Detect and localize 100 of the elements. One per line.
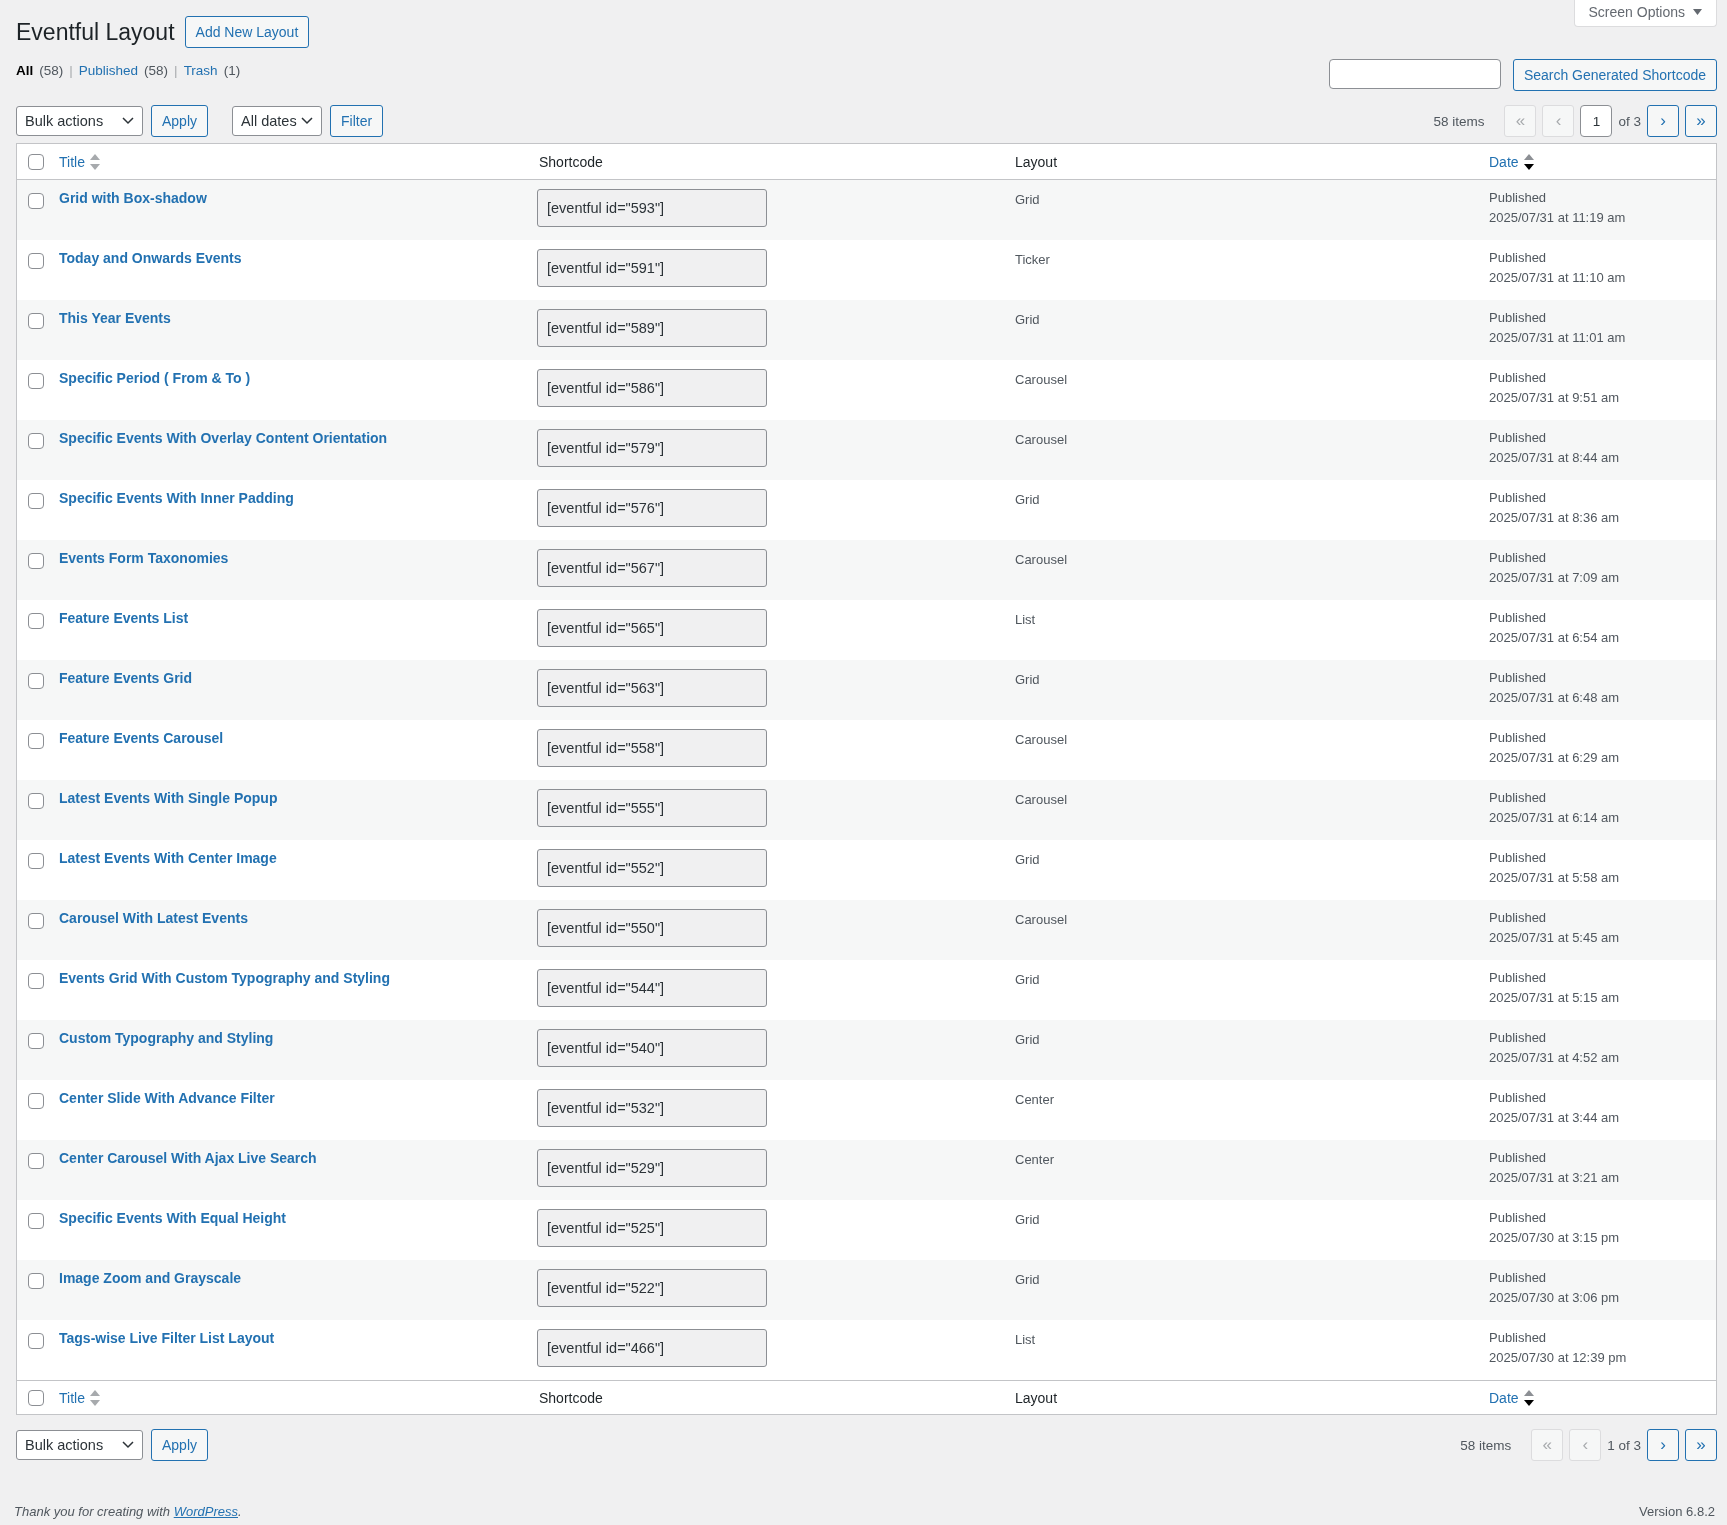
view-filter-link[interactable]: All <box>16 63 34 78</box>
pagination-button[interactable]: › <box>1647 1429 1679 1461</box>
post-date: 2025/07/31 at 11:10 am <box>1489 269 1627 287</box>
current-page-field[interactable]: 1 <box>1580 105 1613 137</box>
row-checkbox[interactable] <box>28 1273 44 1289</box>
shortcode-field[interactable]: [eventful id="567"] <box>537 549 767 587</box>
layout-type: Grid <box>1015 971 1041 989</box>
pagination-button[interactable]: » <box>1685 1429 1717 1461</box>
layout-type: List <box>1015 1331 1037 1349</box>
shortcode-field[interactable]: [eventful id="576"] <box>537 489 767 527</box>
shortcode-field[interactable]: [eventful id="558"] <box>537 729 767 767</box>
shortcode-field[interactable]: [eventful id="525"] <box>537 1209 767 1247</box>
row-checkbox[interactable] <box>28 1213 44 1229</box>
shortcode-field[interactable]: [eventful id="589"] <box>537 309 767 347</box>
post-date: 2025/07/31 at 4:52 am <box>1489 1049 1621 1067</box>
bulk-actions-select[interactable]: Bulk actions <box>16 1430 143 1460</box>
search-field[interactable] <box>1328 59 1501 89</box>
screen-options-button[interactable]: Screen Options <box>1573 0 1717 27</box>
layout-title-link[interactable]: Today and Onwards Events <box>59 250 242 266</box>
shortcode-field[interactable]: [eventful id="591"] <box>537 249 767 287</box>
row-checkbox[interactable] <box>28 313 44 329</box>
pagination-button[interactable]: » <box>1685 105 1717 137</box>
shortcode-field[interactable]: [eventful id="466"] <box>537 1329 767 1367</box>
shortcode-field[interactable]: [eventful id="586"] <box>537 369 767 407</box>
layout-title-link[interactable]: Specific Events With Equal Height <box>59 1210 287 1226</box>
layout-title-link[interactable]: Latest Events With Center Image <box>59 850 277 866</box>
layout-title-link[interactable]: Specific Events With Inner Padding <box>59 490 294 506</box>
row-checkbox[interactable] <box>28 613 44 629</box>
row-checkbox[interactable] <box>28 493 44 509</box>
layout-title-link[interactable]: Events Grid With Custom Typography and Styling <box>59 970 390 986</box>
shortcode-field[interactable]: [eventful id="555"] <box>537 789 767 827</box>
row-checkbox[interactable] <box>28 673 44 689</box>
layout-title-link[interactable]: Events Form Taxonomies <box>59 550 229 566</box>
post-status: Published <box>1489 1329 1548 1347</box>
layout-title-link[interactable]: Feature Events List <box>59 610 189 626</box>
shortcode-field[interactable]: [eventful id="529"] <box>537 1149 767 1187</box>
row-checkbox[interactable] <box>28 1333 44 1349</box>
layout-title-link[interactable]: Feature Events Carousel <box>59 730 224 746</box>
shortcode-field[interactable]: [eventful id="540"] <box>537 1029 767 1067</box>
layout-type: Carousel <box>1015 791 1069 809</box>
row-checkbox[interactable] <box>28 253 44 269</box>
row-checkbox[interactable] <box>28 553 44 569</box>
layout-title-link[interactable]: Tags-wise Live Filter List Layout <box>59 1330 275 1346</box>
select-all-checkbox[interactable] <box>28 153 44 170</box>
shortcode-field[interactable]: [eventful id="563"] <box>537 669 767 707</box>
shortcode-field[interactable]: [eventful id="544"] <box>537 969 767 1007</box>
view-filter-link[interactable]: Trash <box>183 63 218 78</box>
row-checkbox[interactable] <box>28 733 44 749</box>
layout-title-link[interactable]: Latest Events With Single Popup <box>59 790 278 806</box>
layout-title-link[interactable]: Custom Typography and Styling <box>59 1030 274 1046</box>
row-checkbox[interactable] <box>28 913 44 929</box>
layout-type: Center <box>1015 1151 1056 1169</box>
dates-select[interactable]: All dates <box>232 106 323 136</box>
layout-title-link[interactable]: Center Slide With Advance Filter <box>59 1090 275 1106</box>
wordpress-link[interactable]: WordPress <box>173 1504 238 1519</box>
footer-credit: Thank you for creating with WordPress. <box>14 1504 242 1519</box>
shortcode-field[interactable]: [eventful id="579"] <box>537 429 767 467</box>
layout-title-link[interactable]: Image Zoom and Grayscale <box>59 1270 242 1286</box>
post-status: Published <box>1489 789 1548 807</box>
layout-title-link[interactable]: This Year Events <box>59 310 171 326</box>
row-checkbox[interactable] <box>28 433 44 449</box>
row-checkbox[interactable] <box>28 853 44 869</box>
layout-type: Grid <box>1015 191 1041 209</box>
column-header-link[interactable]: Title <box>59 1389 85 1406</box>
view-filter-link[interactable]: Published <box>78 63 139 78</box>
select-all-checkbox[interactable] <box>28 1389 44 1406</box>
shortcode-field[interactable]: [eventful id="532"] <box>537 1089 767 1127</box>
layout-title-link[interactable]: Center Carousel With Ajax Live Search <box>59 1150 317 1166</box>
search-button[interactable]: Search Generated Shortcode <box>1512 59 1717 91</box>
row-checkbox[interactable] <box>28 1033 44 1049</box>
apply-button[interactable]: Apply <box>151 105 209 137</box>
layout-title-link[interactable]: Carousel With Latest Events <box>59 910 248 926</box>
post-status: Published <box>1489 489 1548 507</box>
column-header-link[interactable]: Title <box>59 153 85 170</box>
bulk-actions-select[interactable]: Bulk actions <box>16 106 143 136</box>
layout-type: Carousel <box>1015 551 1069 569</box>
row-checkbox[interactable] <box>28 1153 44 1169</box>
apply-button[interactable]: Apply <box>151 1429 209 1461</box>
layout-title-link[interactable]: Feature Events Grid <box>59 670 193 686</box>
row-checkbox[interactable] <box>28 973 44 989</box>
column-header-link[interactable]: Date <box>1489 153 1519 170</box>
layout-title-link[interactable]: Specific Period ( From & To ) <box>59 370 251 386</box>
row-checkbox[interactable] <box>28 373 44 389</box>
row-checkbox[interactable] <box>28 793 44 809</box>
row-checkbox[interactable] <box>28 1093 44 1109</box>
add-new-layout-button[interactable]: Add New Layout <box>184 16 310 48</box>
layout-type: Grid <box>1015 491 1041 509</box>
post-date: 2025/07/31 at 5:58 am <box>1489 869 1621 887</box>
pagination-button[interactable]: › <box>1647 105 1679 137</box>
layout-type: Carousel <box>1015 431 1069 449</box>
shortcode-field[interactable]: [eventful id="550"] <box>537 909 767 947</box>
shortcode-field[interactable]: [eventful id="593"] <box>537 189 767 227</box>
layout-title-link[interactable]: Grid with Box-shadow <box>59 190 207 206</box>
shortcode-field[interactable]: [eventful id="565"] <box>537 609 767 647</box>
row-checkbox[interactable] <box>28 193 44 209</box>
shortcode-field[interactable]: [eventful id="522"] <box>537 1269 767 1307</box>
shortcode-field[interactable]: [eventful id="552"] <box>537 849 767 887</box>
layout-title-link[interactable]: Specific Events With Overlay Content Orientation <box>59 430 388 446</box>
filter-button[interactable]: Filter <box>330 105 384 137</box>
column-header-link[interactable]: Date <box>1489 1389 1519 1406</box>
